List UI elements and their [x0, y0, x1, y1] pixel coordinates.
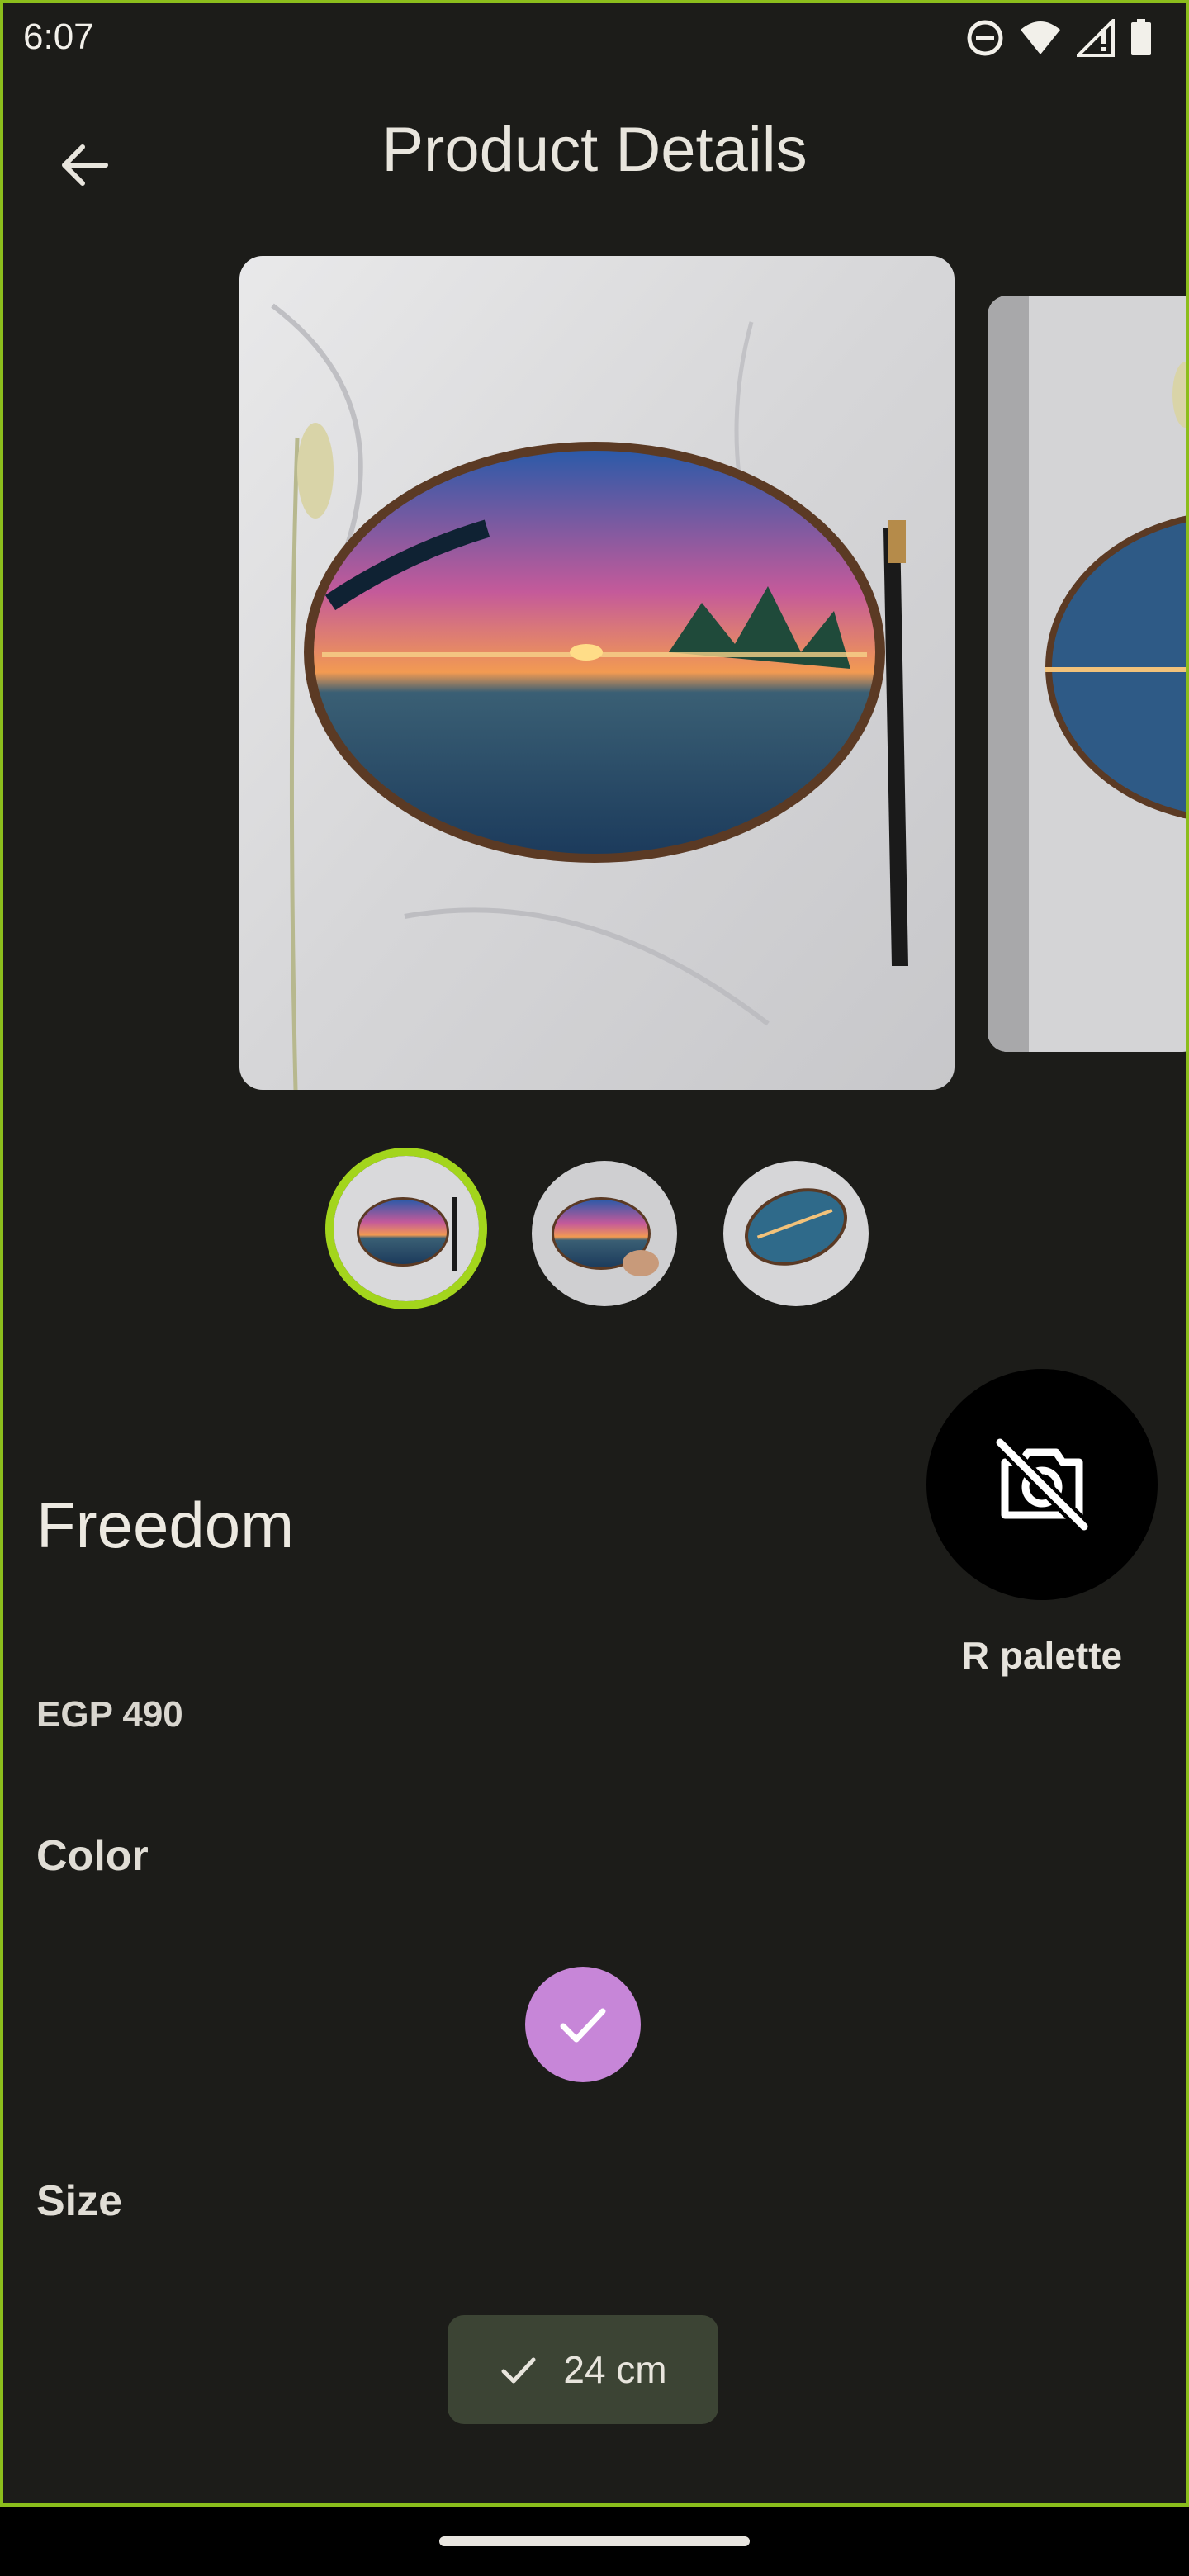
wifi-icon — [1019, 20, 1062, 60]
product-image-next[interactable] — [988, 296, 1186, 1052]
home-indicator[interactable] — [439, 2536, 750, 2546]
status-bar: 6:07 — [3, 3, 1186, 73]
size-section-label: Size — [36, 2177, 123, 2225]
thumbnail-2[interactable] — [532, 1161, 677, 1306]
product-image-carousel[interactable] — [3, 251, 1186, 1101]
app-screen: 6:07 Product Details R palette Freedom E… — [0, 0, 1189, 2507]
no-photo-icon — [994, 1437, 1090, 1532]
screen-title: Product Details — [381, 115, 808, 185]
status-icons — [966, 16, 1153, 63]
product-name: Freedom — [36, 1489, 295, 1561]
do-not-disturb-icon — [966, 19, 1004, 61]
thumbnail-1[interactable] — [334, 1156, 479, 1301]
product-price: EGP 490 — [36, 1694, 183, 1735]
color-section-label: Color — [36, 1832, 149, 1880]
status-time: 6:07 — [23, 17, 94, 57]
color-swatch-selected[interactable] — [525, 1967, 641, 2082]
battery-icon — [1130, 18, 1153, 61]
product-image-main[interactable] — [239, 256, 955, 1090]
top-app-bar: Product Details — [3, 94, 1186, 210]
thumbnail-3[interactable] — [723, 1161, 869, 1306]
seller-avatar[interactable] — [926, 1369, 1158, 1600]
check-icon — [560, 2008, 606, 2043]
check-icon — [501, 2357, 536, 2384]
seller-name[interactable]: R palette — [895, 1633, 1186, 1678]
image-thumbnails — [3, 1151, 1186, 1316]
size-chip-selected[interactable]: 24 cm — [448, 2315, 718, 2424]
signal-icon — [1074, 16, 1115, 61]
size-chip-label: 24 cm — [563, 2348, 667, 2391]
